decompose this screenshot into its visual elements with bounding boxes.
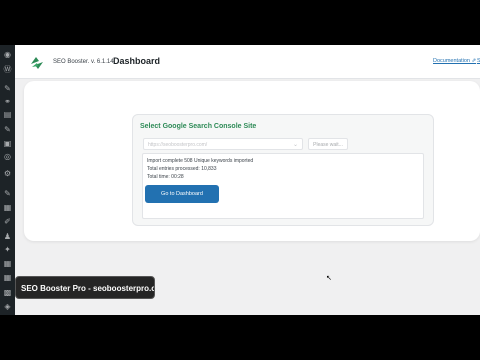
table-icon[interactable]: ▦ [3,204,12,212]
compass-icon[interactable]: ◎ [3,153,12,161]
grid3-icon[interactable]: ▩ [3,289,12,297]
settings-icon[interactable]: ⚙ [3,170,12,178]
video-caption: SEO Booster Pro - seoboosterpro.com [15,276,155,299]
grid-icon[interactable]: ▦ [3,260,12,268]
wordpress-icon[interactable]: Ⓦ [3,66,12,74]
pin-icon[interactable]: ✎ [3,85,12,93]
page-title: Dashboard [113,56,161,66]
go-to-dashboard-button[interactable]: Go to Dashboard [145,185,219,203]
shield-icon[interactable]: ◈ [3,303,12,311]
site-select-value: https://seoboosterpro.com/ [148,142,208,148]
lock-icon[interactable]: ▣ [3,140,12,148]
plugin-version-label: SEO Booster. v. 6.1.14 [53,59,114,65]
panel-title: Select Google Search Console Site [140,123,257,130]
seo-booster-logo-icon [31,57,43,69]
links-icon[interactable]: ⚭ [3,98,12,106]
please-wait-button[interactable]: Please wait... [308,138,348,150]
grid2-icon[interactable]: ▦ [3,274,12,282]
site-select[interactable]: https://seoboosterpro.com/ ⌄ [143,138,303,150]
tools-icon[interactable]: ✦ [3,246,12,254]
pin3-icon[interactable]: ✎ [3,190,12,198]
plugin-header: SEO Booster. v. 6.1.14 Dashboard Documen… [15,45,480,79]
dashboard-icon[interactable]: ◉ [3,51,12,59]
log-line: Import complete 508 Unique keywords impo… [147,158,254,164]
mouse-cursor-icon: ↖ [326,274,332,282]
pin2-icon[interactable]: ✎ [3,126,12,134]
chevron-down-icon: ⌄ [292,141,298,148]
documentation-link[interactable]: Documentation ⇗ [433,58,476,64]
admin-sidebar: ◉ Ⓦ ✎ ⚭ ▤ ✎ ▣ ◎ ⚙ ✎ ▦ ✐ ♟ ✦ ▦ ▦ ▩ ◈ [0,45,15,315]
edit-icon[interactable]: ✐ [3,218,12,226]
user-icon[interactable]: ♟ [3,233,12,241]
log-line: Total entries processed: 10,833 [147,166,217,172]
log-line: Total time: 00:28 [147,174,184,180]
pages-icon[interactable]: ▤ [3,111,12,119]
